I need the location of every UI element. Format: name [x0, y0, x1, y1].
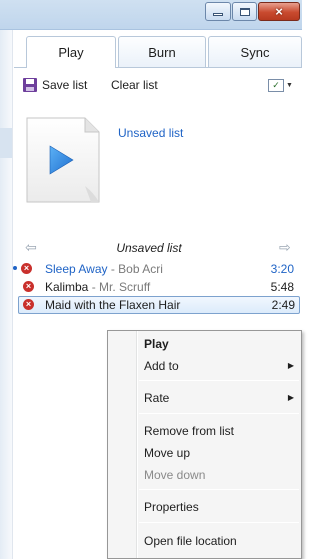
left-pane-edge	[0, 30, 13, 559]
track-duration: 5:48	[270, 280, 294, 294]
chevron-down-icon: ▼	[286, 82, 293, 89]
pane-edge-highlight	[0, 128, 12, 158]
track-title: Kalimba	[45, 280, 89, 294]
list-options-button[interactable]: ✓ ▼	[268, 77, 298, 94]
list-item[interactable]: × Kalimba - Mr. Scruff 5:48	[14, 278, 302, 296]
document-play-icon	[26, 117, 100, 203]
minimize-icon	[213, 13, 223, 16]
menu-gutter-highlight	[137, 331, 138, 558]
track-artist: Bob Acri	[118, 262, 163, 276]
remove-item-icon[interactable]: ×	[23, 281, 34, 292]
playlist-art	[25, 116, 101, 204]
title-bar-divider	[0, 29, 302, 30]
list-toolbar: Save list Clear list ✓ ▼	[14, 74, 302, 98]
close-icon: ×	[275, 4, 283, 19]
list-item[interactable]: × Sleep Away - Bob Acri 3:20	[13, 260, 302, 278]
maximize-button[interactable]	[232, 2, 257, 21]
playlist-nav-title: Unsaved list	[116, 241, 182, 255]
menu-separator	[139, 522, 299, 523]
menu-item-rate-label: Rate	[144, 391, 170, 405]
playlist-nav: ⇦ Unsaved list ⇨	[14, 239, 302, 257]
menu-item-move-up[interactable]: Move up	[144, 442, 294, 464]
menu-separator	[139, 380, 299, 381]
track-name: Sleep Away - Bob Acri	[45, 262, 163, 276]
list-item[interactable]: × Maid with the Flaxen Hair 2:49	[18, 296, 300, 314]
track-separator: -	[107, 262, 119, 276]
context-menu: Play Add to ▶ Rate ▶ Remove from list Mo…	[107, 330, 302, 559]
list-options-icon: ✓	[268, 79, 284, 92]
list-pane-tabs: Play Burn Sync	[14, 36, 302, 68]
track-title: Sleep Away	[45, 262, 108, 276]
maximize-icon	[239, 7, 250, 16]
track-separator: -	[88, 280, 100, 294]
track-name: Maid with the Flaxen Hair	[45, 298, 180, 312]
menu-item-properties[interactable]: Properties	[144, 496, 294, 518]
playlist: × Sleep Away - Bob Acri 3:20 × Kalimba -…	[13, 260, 302, 314]
menu-item-remove-from-list[interactable]: Remove from list	[144, 420, 294, 442]
track-title: Maid with the Flaxen Hair	[45, 298, 181, 312]
track-duration: 2:49	[271, 298, 295, 312]
menu-separator	[139, 489, 299, 490]
remove-item-icon[interactable]: ×	[23, 299, 34, 310]
menu-item-open-file-location[interactable]: Open file location	[144, 530, 294, 552]
forward-arrow-icon[interactable]: ⇨	[279, 239, 291, 256]
tab-play[interactable]: Play	[26, 36, 116, 68]
minimize-button[interactable]	[205, 2, 231, 21]
menu-separator	[139, 413, 299, 414]
save-list-label: Save list	[42, 78, 88, 92]
menu-item-move-down[interactable]: Move down	[144, 464, 294, 486]
track-duration: 3:20	[270, 262, 294, 276]
clear-list-button[interactable]: Clear list	[111, 78, 158, 92]
now-playing-indicator	[13, 266, 17, 270]
tab-burn[interactable]: Burn	[118, 36, 206, 68]
tab-sync[interactable]: Sync	[208, 36, 302, 68]
close-button[interactable]: ×	[258, 2, 300, 21]
submenu-arrow-icon: ▶	[287, 393, 294, 402]
menu-item-add-to-label: Add to	[144, 359, 179, 373]
submenu-arrow-icon: ▶	[287, 361, 294, 370]
track-artist: Mr. Scruff	[99, 280, 151, 294]
playlist-title-link[interactable]: Unsaved list	[118, 126, 183, 140]
track-name: Kalimba - Mr. Scruff	[45, 280, 150, 294]
floppy-disk-icon	[23, 78, 37, 92]
remove-item-icon[interactable]: ×	[21, 263, 32, 274]
save-list-button[interactable]: Save list	[23, 78, 87, 92]
menu-item-play[interactable]: Play	[144, 333, 294, 355]
menu-item-add-to[interactable]: Add to ▶	[144, 355, 294, 377]
menu-item-rate[interactable]: Rate ▶	[144, 387, 294, 409]
